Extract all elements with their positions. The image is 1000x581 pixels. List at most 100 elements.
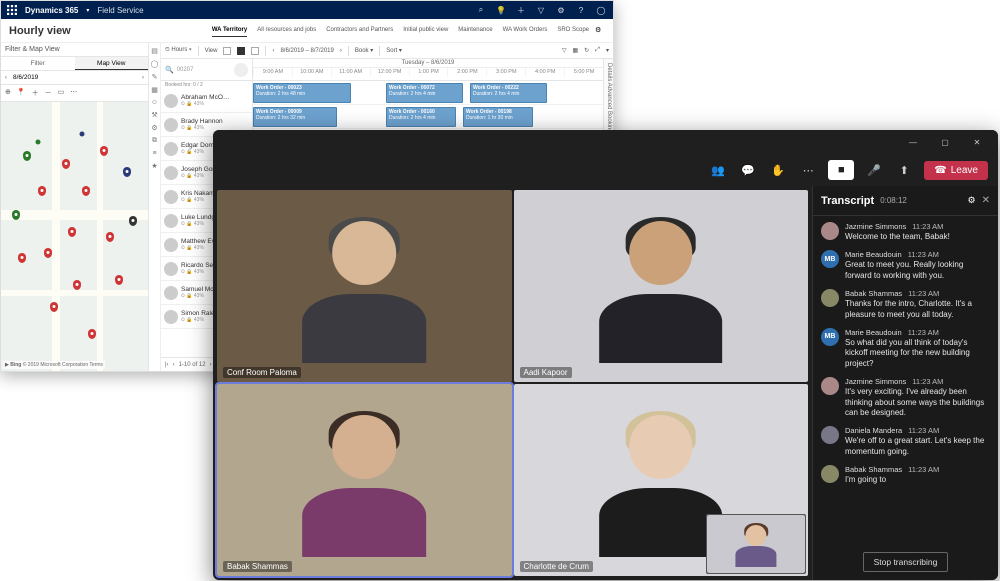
transcript-settings-icon[interactable]: ⚙ [968,195,976,206]
next-icon[interactable]: › [210,362,212,368]
date-next-icon[interactable]: › [138,74,148,81]
book-dropdown[interactable]: Book ▾ [355,47,373,54]
map-pin[interactable] [12,210,20,220]
transcript-messages[interactable]: Jazmine Simmons11:23 AMWelcome to the te… [813,216,998,544]
map-pin[interactable] [44,248,52,258]
search-icon[interactable]: 🔍 [165,66,174,74]
map-pin-icon[interactable]: 📍 [17,88,26,98]
map-pin[interactable] [73,280,81,290]
map-pin[interactable] [18,253,26,263]
ib-gear-icon[interactable]: ⚙ [151,124,157,132]
calendar-row[interactable]: Work Order - 00023Duration: 2 hrs 48 min… [253,81,603,105]
map-pin[interactable] [100,146,108,156]
ib-chart-icon[interactable]: ⧉ [152,137,157,145]
window-min-icon[interactable]: — [900,130,926,154]
video-tile[interactable]: Conf Room Paloma [217,190,512,382]
map-pin[interactable] [88,329,96,339]
filter-icon[interactable]: ▽ [535,4,547,16]
map-pin[interactable] [129,216,137,226]
map-pin[interactable] [123,167,131,177]
avatar-icon[interactable]: ◯ [595,4,607,16]
ib-list-icon[interactable]: ≡ [152,150,156,157]
work-order-block[interactable]: Work Order - 00023Duration: 2 hrs 48 min [253,83,351,103]
module-label[interactable]: Field Service [97,6,143,15]
date-value[interactable]: 8/6/2019 [11,74,138,81]
self-preview[interactable] [706,514,806,574]
chat-icon[interactable]: 💬 [738,160,758,180]
map-pin[interactable] [23,151,31,161]
hours-dropdown[interactable]: ⏲ Hours ▾ [165,47,192,54]
map-pin[interactable] [68,227,76,237]
help-icon[interactable]: ? [575,4,587,16]
sort-dropdown[interactable]: Sort ▾ [386,47,402,54]
first-icon[interactable]: |‹ [165,362,169,368]
ib-doc-icon[interactable]: ▤ [151,47,158,55]
video-tile[interactable]: Aadi Kapoor [514,190,809,382]
work-order-block[interactable]: Work Order - 00198Duration: 1 hr 30 min [463,107,533,127]
calendar-row[interactable]: Work Order - 00009Duration: 2 hrs 32 min… [253,105,603,129]
view-settings-icon[interactable]: ⚙ [595,26,605,36]
view-tab[interactable]: All resources and jobs [257,24,316,37]
date-next-icon[interactable]: › [340,48,342,54]
map-pin[interactable] [50,302,58,312]
map-pin[interactable] [38,186,46,196]
ib-globe-icon[interactable]: ◯ [151,60,159,68]
date-range[interactable]: 8/6/2019 – 8/7/2019 [280,48,333,54]
view-tab[interactable]: WA Territory [212,24,247,37]
tb-refresh-icon[interactable]: ↻ [584,47,589,54]
window-close-icon[interactable]: ✕ [964,130,990,154]
left-tab[interactable]: Filter [1,57,75,70]
stop-transcribing-button[interactable]: Stop transcribing [863,552,949,572]
map-more-icon[interactable]: ⋯ [70,88,77,98]
view-tab[interactable]: Maintenance [458,24,492,37]
date-picker[interactable]: ‹ 8/6/2019 › [1,71,148,85]
tb-expand-icon[interactable]: ⤢ [595,47,600,54]
map-zoom-in-icon[interactable]: ＋ [32,88,39,98]
prev-icon[interactable]: ‹ [173,362,175,368]
window-max-icon[interactable]: ▢ [932,130,958,154]
mic-icon[interactable]: 🎤 [864,160,884,180]
map-pin[interactable] [62,159,70,169]
search-icon[interactable]: ⌕ [475,4,487,16]
work-order-block[interactable]: Work Order - 00009Duration: 2 hrs 32 min [253,107,337,127]
resource-row[interactable]: Abraham McO…⏲ 🔒 43% [161,89,252,113]
left-tab[interactable]: Map View [75,57,149,70]
plus-icon[interactable]: ＋ [515,4,527,16]
ib-wrench-icon[interactable]: ✎ [152,73,158,81]
map-dot[interactable] [79,132,84,137]
ib-cal-icon[interactable]: ▦ [151,86,158,94]
work-order-block[interactable]: Work Order - 00160Duration: 2 hrs 4 min [386,107,456,127]
leave-button[interactable]: ☎ Leave [924,161,988,180]
camera-icon[interactable]: ■ [828,160,854,180]
map-pin[interactable] [106,232,114,242]
tb-grid-icon[interactable]: ▦ [572,47,578,54]
map-pin[interactable] [82,186,90,196]
resource-search[interactable]: 🔍 00207 [161,59,252,81]
ib-star-icon[interactable]: ★ [151,162,157,170]
work-order-block[interactable]: Work Order - 00222Duration: 2 hrs 4 min [470,83,547,103]
view-tab[interactable]: Contractors and Partners [326,24,393,37]
map-crosshair-icon[interactable]: ⊕ [5,88,11,98]
date-prev-icon[interactable]: ‹ [272,48,274,54]
video-tile[interactable]: Babak Shammas [217,384,512,576]
tb-filter-icon[interactable]: ▽ [562,47,567,54]
gear-icon[interactable]: ⚙ [555,4,567,16]
view-tab[interactable]: SRO Scope [557,24,589,37]
app-launcher-icon[interactable] [7,5,17,15]
ib-person-icon[interactable]: ☺ [151,99,158,106]
date-prev-icon[interactable]: ‹ [1,74,11,81]
map-dot[interactable] [35,140,40,145]
map-zoom-out-icon[interactable]: － [45,88,52,98]
search-input[interactable]: 00207 [177,67,231,73]
view-map-btn[interactable] [251,47,259,55]
view-tab[interactable]: Initial public view [403,24,448,37]
participants-icon[interactable]: 👥 [708,160,728,180]
more-icon[interactable]: ⋯ [798,160,818,180]
view-list-btn[interactable] [223,47,231,55]
lightbulb-icon[interactable]: 💡 [495,4,507,16]
share-icon[interactable]: ⬆ [894,160,914,180]
raise-hand-icon[interactable]: ✋ [768,160,788,180]
map[interactable]: ▶ Bing © 2019 Microsoft Corporation Term… [1,102,148,371]
map-layers-icon[interactable]: ▭ [58,88,65,98]
view-tab[interactable]: WA Work Orders [503,24,548,37]
